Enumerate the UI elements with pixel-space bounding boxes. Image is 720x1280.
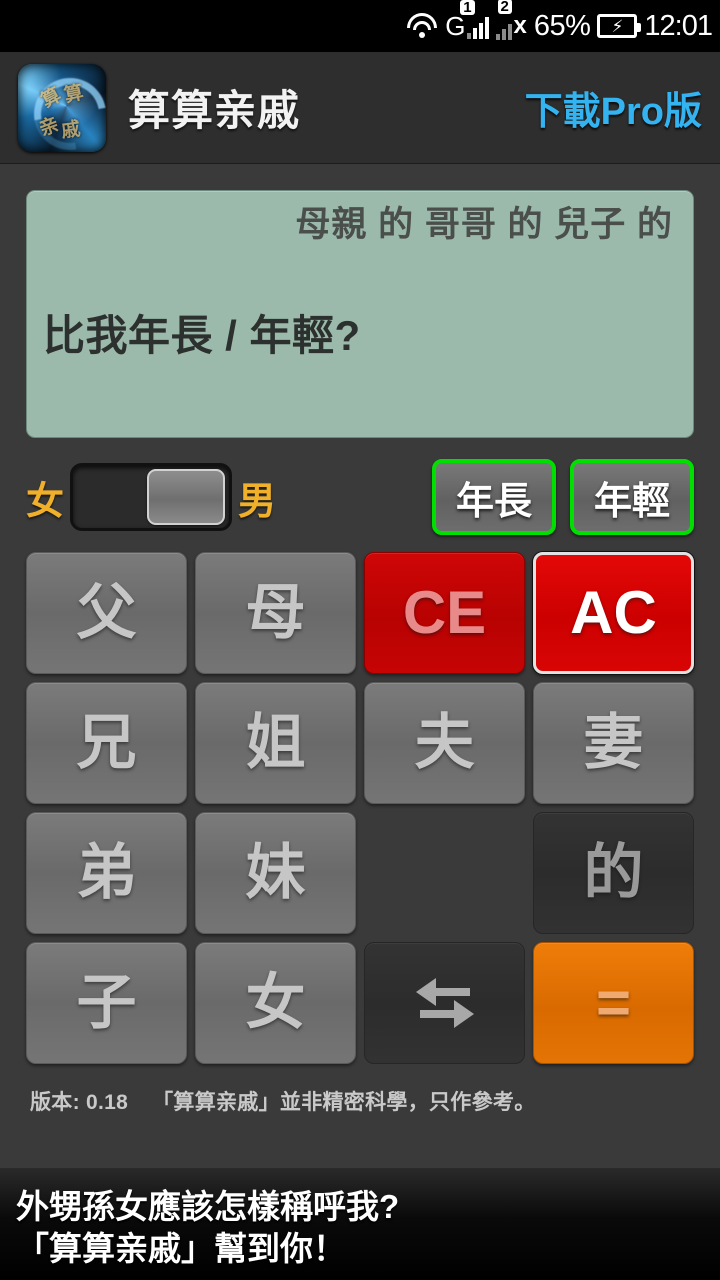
keypad-grid: 父 母 CE AC 兄 姐 夫 妻弟 妹 的子 女 = (26, 552, 694, 1064)
key-daughter-label: 女 (245, 969, 306, 1036)
download-pro-link[interactable]: 下載Pro版 (525, 80, 702, 135)
key-equals[interactable]: = (533, 942, 694, 1064)
key-elder-brother[interactable]: 兄 (26, 682, 187, 804)
battery-percent-label: 65% (533, 9, 591, 42)
key-equals-label: = (595, 969, 632, 1036)
logo-glyph-1: 算 (37, 84, 65, 112)
sim2-badge: 2 (497, 0, 512, 14)
promo-banner[interactable]: 外甥孫女應該怎樣稱呼我? 「算算亲戚」幫到你！ (0, 1168, 720, 1280)
gender-female-label: 女 (26, 480, 65, 523)
gender-toggle-switch[interactable] (70, 463, 233, 531)
key-father[interactable]: 父 (26, 552, 187, 674)
key-elder-brother-label: 兄 (76, 709, 137, 776)
status-bar-icons: G 1 x 2 65% ⚡ 12:01 (406, 0, 713, 43)
sim1-network-label: G (445, 11, 466, 41)
sim2-bars (495, 18, 512, 40)
sim2-signal-icon: x 2 (495, 0, 527, 40)
age-younger-button[interactable]: 年輕 (570, 459, 694, 535)
sim1-badge: 1 (460, 0, 475, 15)
key-all-clear-label: AC (570, 579, 657, 646)
key-husband[interactable]: 夫 (364, 682, 525, 804)
key-daughter[interactable]: 女 (195, 942, 356, 1064)
sim1-signal-icon: G 1 (445, 0, 489, 41)
calculation-display: 母親 的 哥哥 的 兒子 的 比我年長 / 年輕? (26, 190, 694, 438)
gender-male-label: 男 (238, 480, 277, 523)
key-son[interactable]: 子 (26, 942, 187, 1064)
question-text: 比我年長 / 年輕? (43, 312, 361, 359)
key-wife-label: 妻 (583, 709, 644, 776)
version-label: 版本: 0.18 (30, 1091, 129, 1114)
promo-banner-line-1: 外甥孫女應該怎樣稱呼我? (16, 1187, 400, 1225)
footer-note: 版本: 0.18 「算算亲戚」並非精密科學，只作參考。 (26, 1064, 694, 1116)
key-possessive[interactable]: 的 (533, 812, 694, 934)
key-all-clear[interactable]: AC (533, 552, 694, 674)
key-husband-label: 夫 (414, 709, 475, 776)
promo-banner-line-2: 「算算亲戚」幫到你！ (16, 1230, 346, 1267)
key-father-label: 父 (76, 579, 137, 646)
status-bar: G 1 x 2 65% ⚡ 12:01 (0, 0, 720, 52)
expression-text: 母親 的 哥哥 的 兒子 的 (295, 205, 673, 244)
key-possessive-label: 的 (583, 839, 644, 906)
key-empty-slot (364, 812, 525, 934)
app-title: 算算亲戚 (128, 87, 301, 134)
app-logo-glyphs: 算 算 亲 戚 (18, 64, 106, 152)
age-older-button[interactable]: 年長 (432, 459, 556, 535)
logo-glyph-3: 亲 (36, 114, 62, 141)
gender-toggle-thumb[interactable] (147, 469, 226, 525)
key-younger-sister[interactable]: 妹 (195, 812, 356, 934)
gender-toggle-group[interactable]: 女 男 (26, 463, 276, 531)
key-swap[interactable] (364, 942, 525, 1064)
key-mother[interactable]: 母 (195, 552, 356, 674)
key-clear-entry-label: CE (402, 579, 487, 646)
key-younger-sister-label: 妹 (245, 839, 306, 906)
clock-label: 12:01 (644, 9, 713, 42)
app-root: G 1 x 2 65% ⚡ 12:01 算 算 亲 戚 算算亲戚 下載Pro版 … (0, 0, 720, 1280)
logo-glyph-4: 戚 (60, 118, 82, 142)
app-header: 算 算 亲 戚 算算亲戚 下載Pro版 (0, 52, 720, 164)
key-elder-sister-label: 姐 (245, 709, 306, 776)
app-logo-icon: 算 算 亲 戚 (18, 63, 106, 152)
swap-arrows-icon (415, 978, 474, 1028)
key-mother-label: 母 (245, 579, 306, 646)
disclaimer-label: 「算算亲戚」並非精密科學，只作參考。 (152, 1091, 536, 1114)
charging-bolt-icon: ⚡ (611, 16, 624, 36)
age-button-group: 年長 年輕 (432, 459, 694, 535)
wifi-icon (406, 13, 438, 39)
key-elder-sister[interactable]: 姐 (195, 682, 356, 804)
sim1-bars (466, 17, 489, 39)
controls-row: 女 男 年長 年輕 (26, 458, 694, 536)
key-son-label: 子 (76, 969, 137, 1036)
sim2-no-signal-mark: x (513, 12, 527, 39)
key-clear-entry[interactable]: CE (364, 552, 525, 674)
key-younger-brother-label: 弟 (76, 839, 137, 906)
key-wife[interactable]: 妻 (533, 682, 694, 804)
main-content: 母親 的 哥哥 的 兒子 的 比我年長 / 年輕? 女 男 年長 年輕 父 母 CE… (0, 164, 720, 1168)
battery-charging-icon: ⚡ (597, 14, 642, 38)
key-younger-brother[interactable]: 弟 (26, 812, 187, 934)
